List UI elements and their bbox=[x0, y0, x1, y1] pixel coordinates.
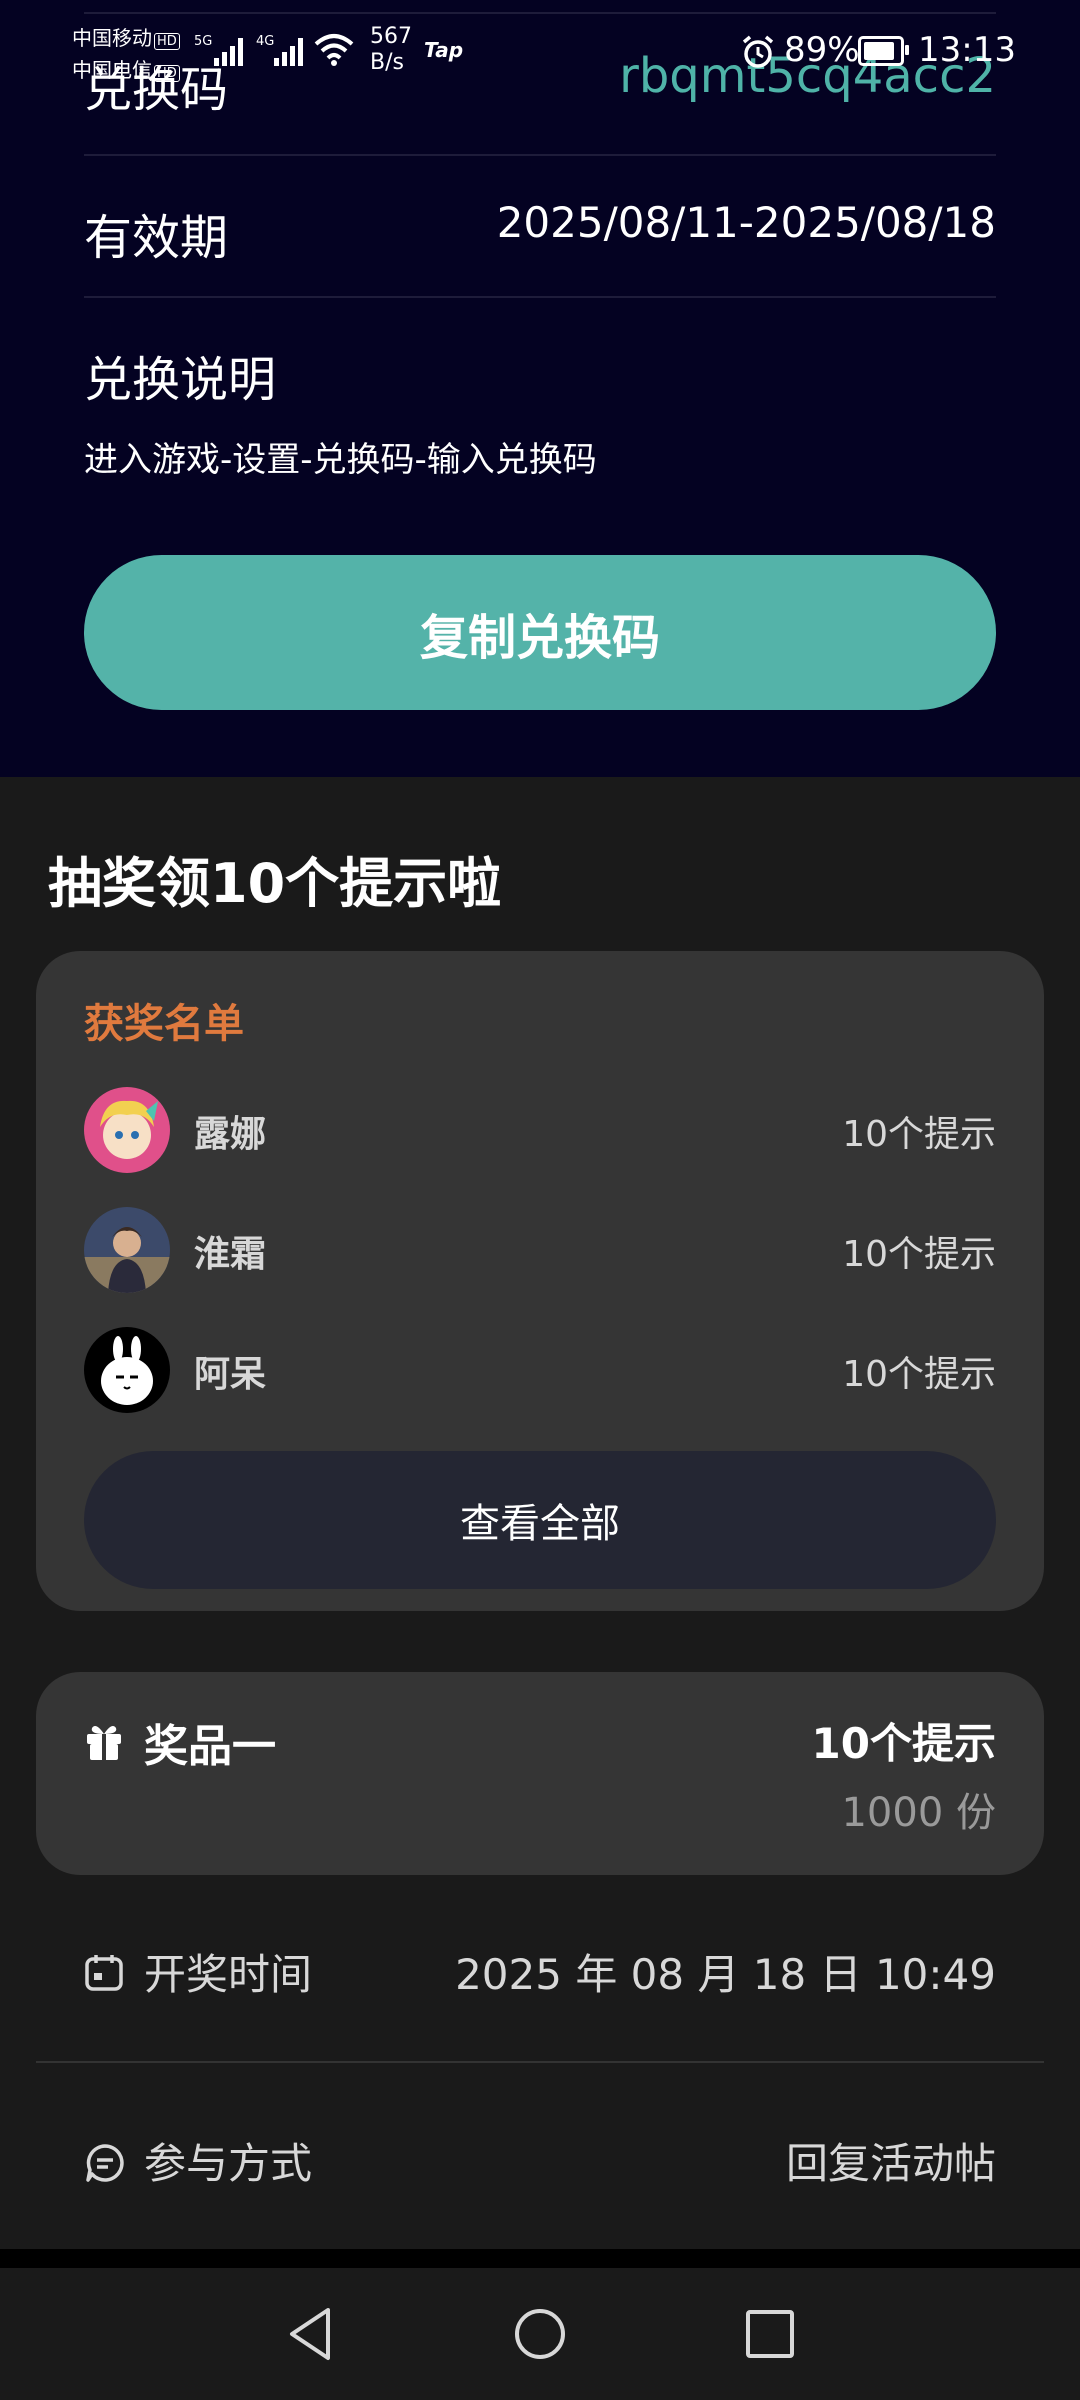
draw-time-value: 2025 年 08 月 18 日 10:49 bbox=[455, 1950, 996, 1999]
avatar bbox=[84, 1207, 170, 1293]
winner-name: 露娜 bbox=[194, 1114, 267, 1155]
winners-card: 获奖名单 露娜 10个提示 淮霜 10个提示 阿呆 10个提示 查看全部 bbox=[36, 951, 1044, 1611]
winner-name: 阿呆 bbox=[194, 1354, 267, 1395]
prize-value: 10个提示 bbox=[811, 1719, 996, 1768]
back-icon[interactable] bbox=[284, 2304, 336, 2364]
lottery-section: 抽奖领10个提示啦 获奖名单 露娜 10个提示 淮霜 10个提示 阿呆 10个提… bbox=[0, 777, 1080, 2249]
calendar-icon bbox=[85, 1955, 123, 1991]
navigation-bar bbox=[0, 2268, 1080, 2400]
divider bbox=[84, 296, 996, 298]
network-type-2: 4G bbox=[256, 34, 275, 49]
tap-icon: Tap bbox=[424, 38, 464, 62]
prize-card: 奖品一 10个提示 1000 份 bbox=[36, 1672, 1044, 1875]
draw-time-label: 开奖时间 bbox=[144, 1950, 313, 1999]
signal-icon bbox=[214, 36, 243, 66]
prize-quantity: 1000 份 bbox=[841, 1790, 996, 1836]
participate-value[interactable]: 回复活动帖 bbox=[786, 2130, 996, 2191]
network-speed: 567 B/s bbox=[370, 24, 412, 75]
winner-name: 淮霜 bbox=[194, 1234, 267, 1275]
clock: 13:13 bbox=[918, 30, 1016, 70]
winner-prize: 10个提示 bbox=[842, 1114, 996, 1155]
divider bbox=[36, 2061, 1044, 2063]
status-bar: 中国移动 HD 中国电信 HD 5G 4G 567 B/s Tap 89% 13:13 bbox=[0, 0, 1080, 100]
validity-label: 有效期 bbox=[84, 210, 229, 266]
instructions-text: 进入游戏-设置-兑换码-输入兑换码 bbox=[84, 440, 597, 480]
alarm-icon bbox=[742, 35, 774, 68]
winner-prize: 10个提示 bbox=[842, 1234, 996, 1275]
instructions-label: 兑换说明 bbox=[84, 352, 277, 408]
avatar bbox=[84, 1087, 170, 1173]
home-icon[interactable] bbox=[512, 2304, 568, 2364]
winner-row[interactable]: 淮霜 10个提示 bbox=[84, 1207, 996, 1293]
battery-level bbox=[864, 42, 894, 60]
copy-code-button[interactable]: 复制兑换码 bbox=[84, 555, 996, 710]
chat-icon bbox=[86, 2144, 124, 2182]
redeem-section: 兑换码 rbqmt5cq4acc2 有效期 2025/08/11-2025/08… bbox=[0, 0, 1080, 777]
lottery-title: 抽奖领10个提示啦 bbox=[48, 852, 502, 915]
signal-icon bbox=[274, 36, 303, 66]
prize-name: 奖品一 bbox=[144, 1721, 276, 1772]
participate-row[interactable]: 参与方式 回复活动帖 bbox=[84, 2130, 996, 2190]
winner-row[interactable]: 露娜 10个提示 bbox=[84, 1087, 996, 1173]
gift-icon bbox=[87, 1726, 121, 1760]
view-all-button[interactable]: 查看全部 bbox=[84, 1451, 996, 1589]
recents-icon[interactable] bbox=[744, 2304, 796, 2364]
carrier-1: 中国移动 HD bbox=[72, 22, 180, 51]
avatar bbox=[84, 1327, 170, 1413]
divider bbox=[84, 154, 996, 156]
battery-icon bbox=[858, 36, 909, 66]
winner-prize: 10个提示 bbox=[842, 1354, 996, 1395]
winner-row[interactable]: 阿呆 10个提示 bbox=[84, 1327, 996, 1413]
validity-value: 2025/08/11-2025/08/18 bbox=[496, 198, 996, 247]
wifi-icon bbox=[314, 34, 354, 66]
winners-title: 获奖名单 bbox=[84, 1001, 244, 1047]
carrier-2: 中国电信 HD bbox=[72, 54, 180, 83]
draw-time-row: 开奖时间 2025 年 08 月 18 日 10:49 bbox=[84, 1941, 996, 2001]
battery-percent: 89% bbox=[784, 30, 860, 70]
network-type-1: 5G bbox=[194, 34, 213, 49]
participate-label: 参与方式 bbox=[144, 2139, 313, 2188]
